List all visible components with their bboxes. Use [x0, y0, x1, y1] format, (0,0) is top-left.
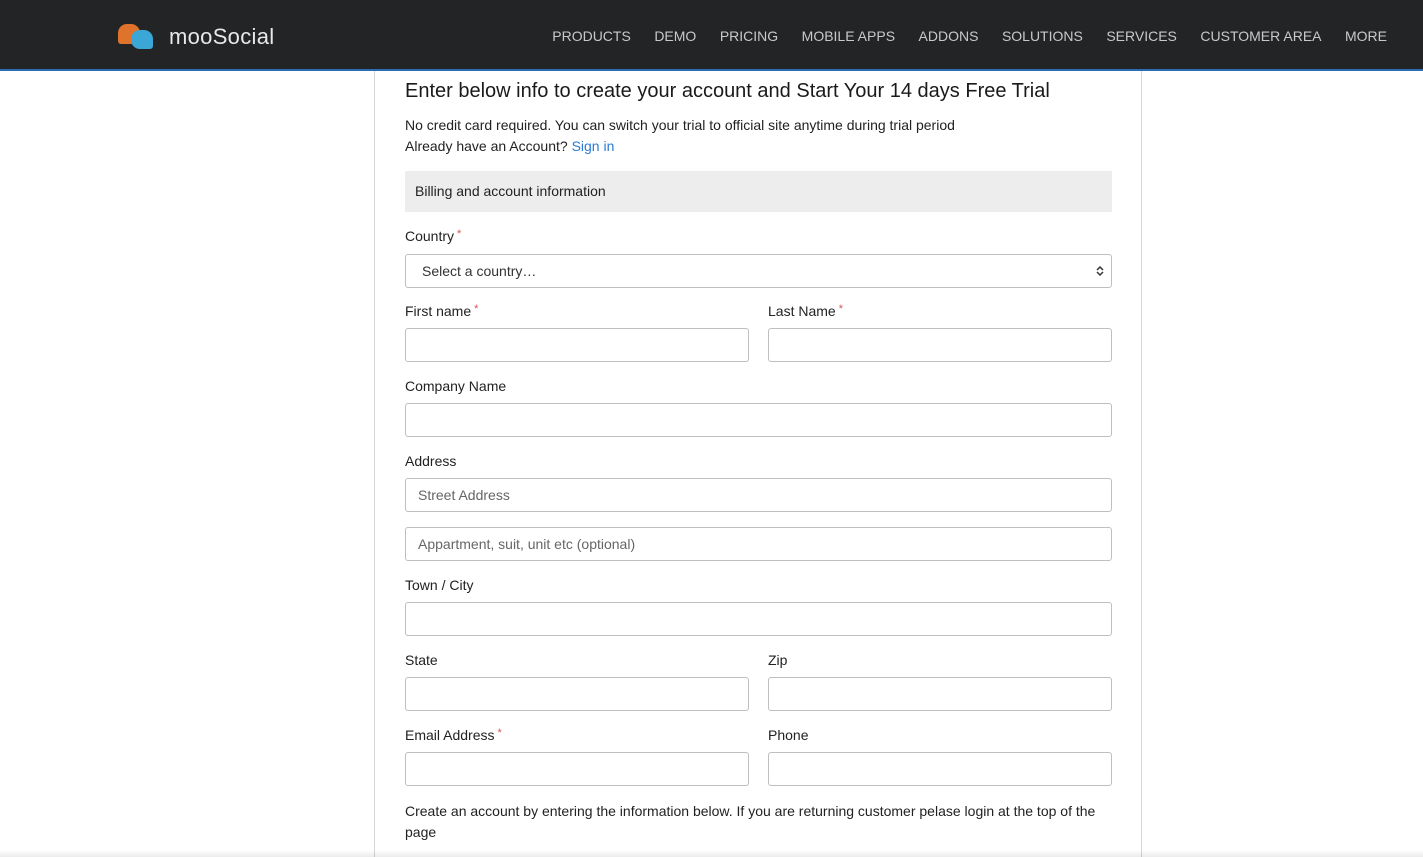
brand-logo-link[interactable]: mooSocial	[117, 22, 274, 52]
last-name-label: Last Name *	[768, 303, 843, 319]
nav-item-mobile-apps[interactable]: MOBILE APPS	[802, 28, 895, 44]
signup-panel: Enter below info to create your account …	[374, 71, 1142, 857]
page-title: Enter below info to create your account …	[405, 80, 1050, 102]
nav-item-services[interactable]: SERVICES	[1106, 28, 1177, 44]
nav-item-more[interactable]: MORE	[1345, 28, 1387, 44]
required-mark: *	[457, 228, 462, 240]
moosocial-logo-icon	[117, 22, 155, 52]
last-name-input[interactable]	[768, 328, 1112, 362]
required-mark: *	[474, 303, 479, 315]
nav-item-addons[interactable]: ADDONS	[919, 28, 979, 44]
main-nav: PRODUCTS DEMO PRICING MOBILE APPS ADDONS…	[529, 0, 1387, 71]
country-label-text: Country	[405, 228, 455, 244]
email-label: Email Address *	[405, 727, 502, 743]
state-label: State	[405, 652, 438, 668]
required-mark: *	[838, 303, 843, 315]
last-name-label-text: Last Name	[768, 303, 836, 319]
zip-input[interactable]	[768, 677, 1112, 711]
have-account-line: Already have an Account? Sign in	[405, 136, 955, 157]
account-creation-note: Create an account by entering the inform…	[405, 803, 1096, 840]
country-label: Country *	[405, 228, 461, 244]
required-mark: *	[497, 727, 502, 739]
company-name-input[interactable]	[405, 403, 1112, 437]
country-selected-value: Select a country…	[422, 263, 537, 279]
apartment-input[interactable]	[405, 527, 1112, 561]
intro-text: No credit card required. You can switch …	[405, 115, 955, 157]
state-input[interactable]	[405, 677, 749, 711]
no-credit-card-note: No credit card required. You can switch …	[405, 117, 955, 133]
nav-item-customer-area[interactable]: CUSTOMER AREA	[1200, 28, 1321, 44]
zip-label: Zip	[768, 652, 788, 668]
country-select[interactable]: Select a country…	[405, 254, 1112, 288]
nav-item-solutions[interactable]: SOLUTIONS	[1002, 28, 1083, 44]
company-name-label: Company Name	[405, 378, 507, 394]
have-account-text: Already have an Account?	[405, 138, 568, 154]
street-address-input[interactable]	[405, 478, 1112, 512]
first-name-input[interactable]	[405, 328, 749, 362]
page-bottom-fade	[0, 850, 1423, 857]
city-label: Town / City	[405, 577, 474, 593]
email-input[interactable]	[405, 752, 749, 786]
top-navbar: mooSocial PRODUCTS DEMO PRICING MOBILE A…	[0, 0, 1423, 71]
phone-label: Phone	[768, 727, 809, 743]
brand-name: mooSocial	[169, 24, 275, 49]
phone-input[interactable]	[768, 752, 1112, 786]
first-name-label: First name *	[405, 303, 478, 319]
address-label: Address	[405, 453, 457, 469]
nav-item-products[interactable]: PRODUCTS	[552, 28, 631, 44]
chevron-updown-icon	[1096, 265, 1104, 277]
email-label-text: Email Address	[405, 727, 495, 743]
first-name-label-text: First name	[405, 303, 472, 319]
nav-item-pricing[interactable]: PRICING	[720, 28, 778, 44]
sign-in-link[interactable]: Sign in	[572, 138, 615, 154]
nav-item-demo[interactable]: DEMO	[654, 28, 696, 44]
billing-section-header: Billing and account information	[405, 171, 1112, 212]
city-input[interactable]	[405, 602, 1112, 636]
